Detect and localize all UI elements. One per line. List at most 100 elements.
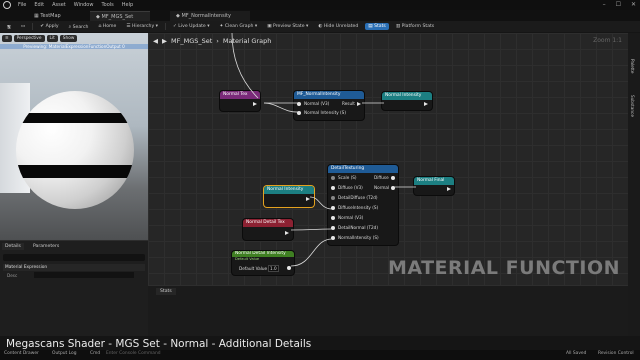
output-pin[interactable] [306,197,310,201]
content-drawer-label: Content Drawer [4,351,39,356]
editor-toolbar: 🖫 ▭ ✔ Apply ⌕ Search ⌂ Home ☰ Hierarchy … [0,21,640,32]
toolbar-separator [32,23,34,30]
output-pin[interactable] [357,102,361,106]
node-normal-intensity-output[interactable]: Normal Intensity [382,92,432,110]
viewport-toolbar: ≡ Perspective Lit Show [2,35,78,42]
input-pin[interactable] [331,176,335,180]
window-controls: – ☐ ✕ [603,1,636,8]
material-function-watermark: MATERIAL FUNCTION [387,257,620,279]
node-normal-tex[interactable]: Normal Tex [220,91,260,111]
default-value-label: Default Value [239,266,268,271]
tab-testmap[interactable]: ▦ TestMap [28,11,67,21]
sphere-dark-band [16,113,134,123]
browse-button[interactable]: ▭ [18,23,28,30]
input-pin[interactable] [331,196,335,200]
node-normal-intensity-input[interactable]: Normal Intensity [264,186,314,207]
console-command-input[interactable]: Enter Console Command [106,351,161,356]
hierarchy-button[interactable]: ☰ Hierarchy ▾ [123,23,161,30]
menu-file[interactable]: File [18,2,26,8]
stats-tab[interactable]: Stats [156,288,176,295]
content-drawer-button[interactable]: Content Drawer [4,351,39,356]
tab-details[interactable]: Details [2,243,24,250]
output-pin[interactable] [391,186,395,190]
all-saved-indicator[interactable]: All Saved [566,351,586,356]
search-button[interactable]: ⌕ Search [66,23,92,31]
output-pin[interactable] [285,231,289,235]
pin-label: Scale (S) [338,175,357,180]
title-bar: File Edit Asset Window Tools Help – ☐ ✕ [0,0,640,10]
hide-unrelated-label: Hide Unrelated [323,24,359,29]
material-graph[interactable]: ◀ ▶ MF_MGS_Set › Material Graph Zoom 1:1… [148,33,628,285]
pin-label: DetailDiffuse (T2d) [338,195,378,200]
tab-mf-normal-intensity[interactable]: ◆ MF_NormalIntensity [170,11,250,21]
menu-help[interactable]: Help [122,2,133,8]
output-pin[interactable] [253,102,257,106]
output-log-button[interactable]: Output Log [52,351,77,356]
input-pin[interactable] [297,102,301,106]
substance-tab[interactable]: Substance [630,95,635,117]
output-pin[interactable] [424,102,428,106]
preview-viewport[interactable]: ≡ Perspective Lit Show Previewing: Mater… [0,33,148,240]
revision-control-button[interactable]: Revision Control [598,351,634,356]
output-log-label: Output Log [52,351,77,356]
input-pin[interactable] [331,216,335,220]
output-pin[interactable] [447,187,451,191]
apply-button[interactable]: ✔ Apply [37,23,61,30]
tab-mf-mgs-set[interactable]: ◆ MF_MGS_Set [90,11,150,21]
platform-stats-button[interactable]: ▥ Platform Stats [393,23,437,30]
preview-state-button[interactable]: ▣ Preview State ▾ [264,23,311,30]
stats-button[interactable]: ▤ Stats [365,23,389,30]
stats-label: Stats [374,24,386,29]
menu-window[interactable]: Window [74,2,94,8]
back-arrow-icon[interactable]: ◀ [153,37,158,45]
node-normal-detail-tex[interactable]: Normal Detail Tex [243,219,293,240]
breadcrumb-child[interactable]: Material Graph [223,37,271,45]
details-search-input[interactable] [3,254,145,261]
desc-input[interactable] [34,272,134,278]
palette-tab[interactable]: Palette [630,59,635,74]
output-pin[interactable] [391,176,395,180]
hide-unrelated-button[interactable]: ◐ Hide Unrelated [315,23,361,30]
input-pin[interactable] [297,111,301,115]
pin-label: Diffuse [374,175,389,180]
platform-stats-label: Platform Stats [401,24,435,29]
node-normal-final[interactable]: Normal Final [414,177,454,195]
close-icon[interactable]: ✕ [631,1,636,8]
lit-button[interactable]: Lit [46,35,58,42]
input-pin[interactable] [331,226,335,230]
input-pin[interactable] [331,186,335,190]
node-header: MF_NormalIntensity [294,91,364,99]
pin-label: Normal (V3) [338,215,364,220]
cmd-dropdown[interactable]: Cmd [90,351,100,356]
menu-tools[interactable]: Tools [101,2,113,8]
input-pin[interactable] [331,206,335,210]
node-normal-detail-intensity[interactable]: Normal Detail Intensity Default Value De… [232,251,294,275]
home-button[interactable]: ⌂ Home [95,23,119,30]
material-expression-section[interactable]: Material Expression [3,264,145,271]
menu-asset[interactable]: Asset [52,2,66,8]
node-detail-texturing[interactable]: DetailTexturing Scale (S) Diffuse (V3) D… [328,165,398,245]
minimize-icon[interactable]: – [603,1,606,8]
right-side-tabs: Palette Substance [628,33,640,336]
stats-panel: Stats [148,285,628,336]
output-pin[interactable] [287,266,291,270]
menu-edit[interactable]: Edit [34,2,44,8]
save-button[interactable]: 🖫 [4,22,14,32]
details-panel: Details Parameters Material Expression D… [0,240,148,336]
unreal-logo-icon[interactable] [3,1,11,9]
breadcrumb-root[interactable]: MF_MGS_Set [171,37,212,45]
live-update-button[interactable]: ✓ Live Update ▾ [170,23,213,30]
forward-arrow-icon[interactable]: ▶ [162,37,167,45]
viewport-menu-button[interactable]: ≡ [2,35,12,42]
show-button[interactable]: Show [59,35,78,42]
node-mf-normal-intensity[interactable]: MF_NormalIntensity Normal (V3) Normal In… [294,91,364,120]
default-value-input[interactable]: 1.0 [268,265,279,272]
tab-label: MF_MGS_Set [101,14,134,20]
preview-banner: Previewing: MaterialExpressionFunctionOu… [0,44,148,49]
node-header: DetailTexturing [328,165,398,173]
clean-graph-button[interactable]: ✦ Clean Graph ▾ [217,23,261,30]
perspective-button[interactable]: Perspective [13,35,45,42]
input-pin[interactable] [331,236,335,240]
maximize-icon[interactable]: ☐ [616,1,621,8]
tab-parameters[interactable]: Parameters [30,243,62,250]
